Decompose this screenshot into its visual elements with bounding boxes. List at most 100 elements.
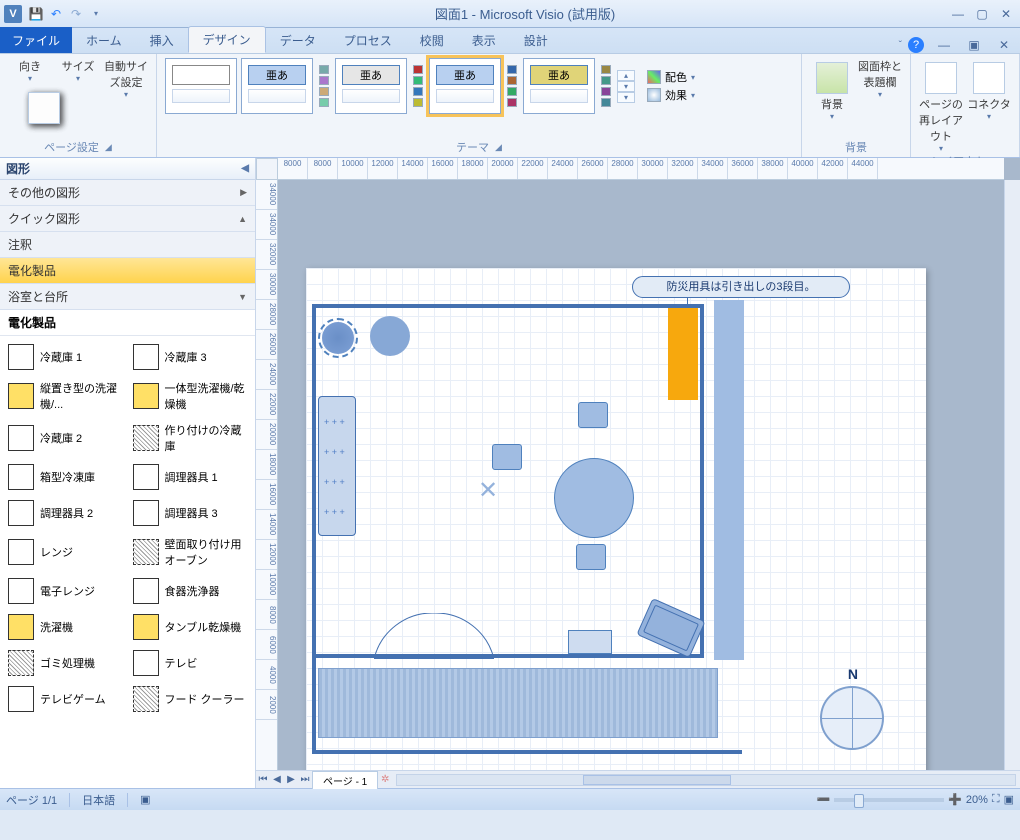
page-prev-icon[interactable]: ◀ (270, 774, 284, 785)
background-button[interactable]: 背景 (810, 58, 854, 121)
cabinet-highlight-shape[interactable] (668, 308, 698, 400)
connectors-button[interactable]: コネクタ (967, 58, 1011, 153)
ribbon-tab[interactable]: プロセス (330, 28, 406, 53)
small-table-shape[interactable] (370, 316, 410, 356)
page-first-icon[interactable]: ⏮ (256, 774, 270, 785)
shape-item[interactable]: 冷蔵庫 1 (6, 340, 125, 374)
chair-shape[interactable] (578, 402, 608, 428)
effects-button[interactable]: 効果 ▾ (647, 87, 695, 103)
tall-cabinet-shape[interactable] (714, 300, 744, 660)
shape-item[interactable]: 作り付けの冷蔵庫 (131, 418, 250, 458)
quick-shapes-row[interactable]: クイック図形▲ (0, 206, 255, 232)
shape-item[interactable]: フード クーラー (131, 682, 250, 716)
minimize-button[interactable]: — (948, 6, 968, 22)
sofa-shape[interactable] (318, 396, 356, 536)
colors-button[interactable]: 配色 ▾ (647, 69, 695, 85)
group-layout: ページの再レイアウト コネクタ レイアウト◢ (911, 54, 1020, 157)
relayout-button[interactable]: ページの再レイアウト (919, 58, 963, 153)
ribbon-tab[interactable]: データ (266, 28, 330, 53)
chair-shape[interactable] (492, 444, 522, 470)
ribbon-tab[interactable]: 設計 (510, 28, 562, 53)
shape-item[interactable]: ゴミ処理機 (6, 646, 125, 680)
shape-item[interactable]: 食器洗浄器 (131, 574, 250, 608)
shape-item[interactable]: タンブル乾燥機 (131, 610, 250, 644)
shape-item[interactable]: 電子レンジ (6, 574, 125, 608)
shape-item[interactable]: レンジ (6, 532, 125, 572)
shape-item[interactable]: 調理器具 3 (131, 496, 250, 530)
category-row[interactable]: 浴室と台所▼ (0, 284, 255, 310)
fullscreen-icon[interactable]: ▣ (1004, 793, 1014, 806)
round-rug-shape[interactable] (322, 322, 354, 354)
zoom-out-icon[interactable]: ➖ (816, 793, 830, 806)
zoom-in-icon[interactable]: ➕ (948, 793, 962, 806)
subwin-restore-icon[interactable]: ▣ (964, 37, 984, 53)
shape-item[interactable]: 調理器具 1 (131, 460, 250, 494)
shape-label: テレビゲーム (40, 691, 106, 707)
theme-swatch[interactable] (165, 58, 237, 114)
page-next-icon[interactable]: ▶ (284, 774, 298, 785)
low-cabinet-shape[interactable] (568, 630, 612, 654)
fit-window-icon[interactable]: ⛶ (992, 793, 1000, 806)
macro-record-icon[interactable]: ▣ (140, 793, 150, 806)
subwin-close-icon[interactable]: ✕ (994, 37, 1014, 53)
callout-bubble[interactable]: 防災用具は引き出しの3段目。 (632, 276, 850, 298)
chair-shape[interactable] (576, 544, 606, 570)
shape-thumb-icon (133, 686, 159, 712)
ribbon-tab[interactable]: 校閲 (406, 28, 458, 53)
subwin-minimize-icon[interactable]: — (934, 37, 954, 53)
ribbon-help-chevron-icon[interactable]: ˇ (899, 40, 902, 51)
collapse-pane-icon[interactable]: ◀ (241, 163, 249, 174)
shape-item[interactable]: テレビ (131, 646, 250, 680)
drawing-page[interactable]: 防災用具は引き出しの3段目。 ✕ N (306, 268, 926, 770)
themes-launcher-icon[interactable]: ◢ (495, 142, 502, 153)
theme-swatch[interactable]: 亜あ (523, 58, 595, 114)
page-tab[interactable]: ページ - 1 (312, 771, 378, 789)
insert-page-icon[interactable]: ✲ (378, 774, 392, 785)
shape-item[interactable]: 調理器具 2 (6, 496, 125, 530)
close-button[interactable]: ✕ (996, 6, 1016, 22)
shape-item[interactable]: 壁面取り付け用オーブン (131, 532, 250, 572)
shape-thumb-icon (133, 539, 159, 565)
shapes-header: 図形◀ (0, 158, 255, 180)
file-tab[interactable]: ファイル (0, 27, 72, 53)
category-row[interactable]: 注釈 (0, 232, 255, 258)
qat-customize-icon[interactable]: ▾ (87, 5, 105, 23)
vertical-scrollbar[interactable] (1004, 180, 1020, 770)
shape-item[interactable]: 縦置き型の洗濯機/... (6, 376, 125, 416)
qat-redo-icon[interactable]: ↷ (67, 5, 85, 23)
shape-item[interactable]: 一体型洗濯機/乾燥機 (131, 376, 250, 416)
theme-swatch-selected[interactable]: 亜あ (429, 58, 501, 114)
zoom-slider[interactable] (834, 798, 944, 802)
ribbon-tab[interactable]: デザイン (188, 26, 266, 53)
compass-shape[interactable] (820, 686, 884, 750)
qat-undo-icon[interactable]: ↶ (47, 5, 65, 23)
horizontal-scrollbar[interactable] (396, 774, 1016, 786)
maximize-button[interactable]: ▢ (972, 6, 992, 22)
shape-item[interactable]: テレビゲーム (6, 682, 125, 716)
shape-item[interactable]: 洗濯機 (6, 610, 125, 644)
page-setup-launcher-icon[interactable]: ◢ (105, 142, 112, 153)
ribbon-tab[interactable]: ホーム (72, 28, 136, 53)
shape-item[interactable]: 冷蔵庫 3 (131, 340, 250, 374)
x-marker[interactable]: ✕ (478, 476, 498, 505)
zoom-value[interactable]: 20% (966, 794, 988, 806)
category-row[interactable]: 電化製品 (0, 258, 255, 284)
striped-rug-shape[interactable] (318, 668, 718, 738)
canvas-viewport[interactable]: 防災用具は引き出しの3段目。 ✕ N (278, 180, 1004, 770)
shape-thumb-icon (8, 500, 34, 526)
size-button[interactable]: サイズ (56, 58, 100, 99)
other-shapes-row[interactable]: その他の図形▶ (0, 180, 255, 206)
ribbon-tab[interactable]: 表示 (458, 28, 510, 53)
ribbon-tab[interactable]: 挿入 (136, 28, 188, 53)
qat-save-icon[interactable]: 💾 (27, 5, 45, 23)
theme-swatch[interactable]: 亜あ (241, 58, 313, 114)
shape-item[interactable]: 箱型冷凍庫 (6, 460, 125, 494)
theme-swatch[interactable]: 亜あ (335, 58, 407, 114)
autosize-button[interactable]: 自動サイズ設定 (104, 58, 148, 99)
page-last-icon[interactable]: ⏭ (298, 774, 312, 785)
help-icon[interactable]: ? (908, 37, 924, 53)
borders-titles-button[interactable]: 図面枠と表題欄 (858, 58, 902, 121)
shape-item[interactable]: 冷蔵庫 2 (6, 418, 125, 458)
theme-gallery-scroll[interactable]: ▴▾▾ (617, 70, 635, 103)
dining-table-shape[interactable] (554, 458, 634, 538)
